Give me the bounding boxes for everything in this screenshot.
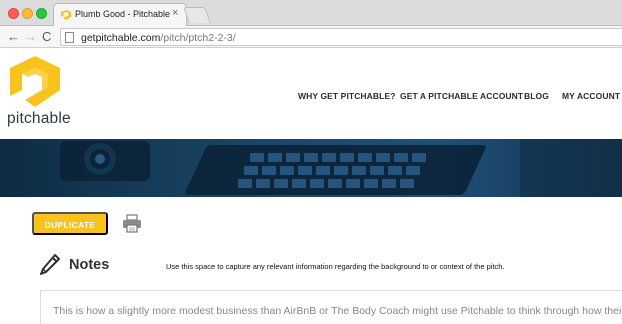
nav-link-my-account[interactable]: MY ACCOUNT — [562, 91, 620, 101]
tab-title: Plumb Good - Pitchable — [75, 9, 171, 19]
hero-banner-image — [0, 139, 622, 197]
notes-heading: Notes — [69, 257, 110, 273]
url-text: getpitchable.com/pitch/ptch2-2-3/ — [81, 32, 236, 44]
main-nav: WHY GET PITCHABLE? GET A PITCHABLE ACCOU… — [0, 91, 622, 105]
notes-textarea[interactable]: This is how a slightly more modest busin… — [40, 290, 622, 324]
address-bar[interactable]: getpitchable.com/pitch/ptch2-2-3/ — [60, 28, 622, 46]
notes-text: This is how a slightly more modest busin… — [53, 305, 622, 317]
reload-button[interactable]: C — [42, 28, 51, 46]
minimize-window-button[interactable] — [22, 8, 33, 19]
browser-tab-active[interactable]: Plumb Good - Pitchable × — [53, 3, 187, 27]
new-tab-button[interactable] — [183, 7, 211, 23]
desk-photo-illustration — [60, 139, 622, 197]
nav-link-why-get-pitchable[interactable]: WHY GET PITCHABLE? — [298, 91, 396, 101]
url-host: getpitchable.com — [81, 32, 161, 44]
maximize-window-button[interactable] — [36, 8, 47, 19]
browser-toolbar: ← → C getpitchable.com/pitch/ptch2-2-3/ — [0, 26, 622, 48]
back-button[interactable]: ← — [7, 28, 20, 46]
tab-close-icon[interactable]: × — [172, 7, 178, 19]
forward-button[interactable]: → — [24, 28, 37, 46]
close-window-button[interactable] — [8, 8, 19, 19]
duplicate-button[interactable]: DUPLICATE — [32, 212, 108, 235]
nav-link-get-account[interactable]: GET A PITCHABLE ACCOUNT — [400, 91, 523, 101]
printer-icon[interactable] — [122, 214, 142, 233]
pencil-icon — [40, 254, 60, 275]
browser-tab-bar: Plumb Good - Pitchable × — [0, 0, 622, 27]
url-path: /pitch/ptch2-2-3/ — [160, 32, 236, 44]
page-icon — [65, 32, 74, 43]
nav-link-blog[interactable]: BLOG — [524, 91, 549, 101]
favicon-icon — [61, 10, 71, 20]
logo-wordmark[interactable]: pitchable — [7, 110, 71, 128]
notes-description: Use this space to capture any relevant i… — [166, 262, 505, 271]
